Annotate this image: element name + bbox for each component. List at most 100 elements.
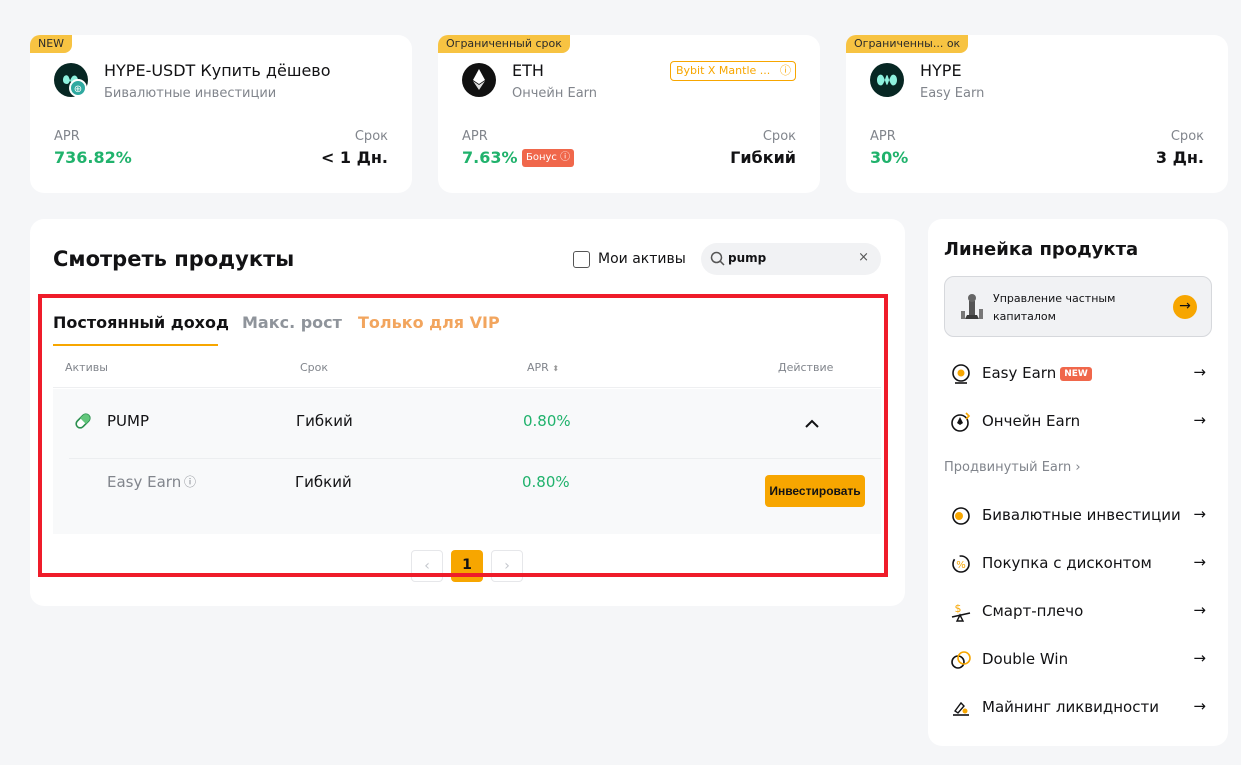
row-divider — [69, 458, 881, 459]
page-title: Смотреть продукты — [53, 247, 295, 271]
limited-badge: Ограниченны... ок — [846, 35, 969, 53]
product-name: Easy Earn — [107, 473, 182, 491]
new-badge: NEW — [1060, 367, 1092, 381]
promo-name: HYPE-USDT Купить дёшево — [104, 61, 331, 80]
search-value: pump — [728, 251, 767, 265]
column-term: Срок — [300, 361, 329, 374]
discount-icon: % — [950, 553, 972, 575]
page-number[interactable]: 1 — [451, 550, 483, 582]
easy-earn-label: Easy Earn — [982, 364, 1057, 382]
apr-label: APR — [462, 129, 488, 144]
promo-card-hype[interactable]: Ограниченны... ок HYPE Easy Earn APR 30%… — [846, 35, 1228, 193]
liquidity-mining-icon — [950, 697, 972, 719]
sidebar-item-label: Смарт-плечо — [982, 602, 1084, 620]
clear-icon[interactable]: × — [858, 250, 869, 265]
arrow-right-icon: → — [1193, 697, 1206, 715]
svg-text:⊕: ⊕ — [74, 84, 82, 95]
tab-vip-only[interactable]: Только для VIP — [358, 313, 500, 332]
dual-currency-icon — [950, 505, 972, 527]
promo-card-hype-usdt[interactable]: NEW ⊕ HYPE-USDT Купить дёшево Бивалютные… — [30, 35, 412, 193]
campaign-tag-label: Bybit X Mantle ... — [676, 64, 771, 77]
wealth-label: Управление частным капиталом — [993, 292, 1116, 323]
arrow-right-icon[interactable]: → — [1173, 295, 1197, 319]
help-icon[interactable]: ⓘ — [184, 473, 196, 490]
sidebar-item-label: Ончейн Earn — [982, 412, 1081, 430]
term-value: 3 Дн. — [1155, 148, 1204, 167]
sidebar-item-label: Easy Earn NEW — [982, 364, 1092, 382]
svg-text:%: % — [956, 560, 966, 571]
apr-value: 7.63% — [462, 148, 518, 167]
easy-earn-icon — [950, 363, 972, 385]
apr-value: 736.82% — [54, 148, 132, 167]
sidebar-item-dual-currency[interactable]: Бивалютные инвестиции → — [950, 502, 1212, 530]
sidebar-item-label: Покупка с дисконтом — [982, 554, 1152, 572]
onchain-earn-icon — [950, 411, 972, 433]
apr-label: APR — [870, 129, 896, 144]
active-tab-indicator — [53, 344, 218, 346]
eth-coin-icon — [462, 63, 496, 97]
term-label: Срок — [1170, 129, 1204, 144]
arrow-right-icon: → — [1193, 505, 1206, 523]
chevron-up-icon[interactable] — [805, 414, 819, 433]
my-assets-checkbox[interactable] — [573, 251, 590, 268]
term-value: < 1 Дн. — [320, 148, 388, 167]
bonus-badge[interactable]: Бонус ⓘ — [522, 149, 575, 167]
asset-apr: 0.80% — [523, 412, 571, 430]
asset-name: PUMP — [107, 412, 150, 430]
product-rows: PUMP Гибкий 0.80% Easy Earn ⓘ Гибкий 0.8… — [53, 389, 881, 534]
search-input[interactable]: pump × — [701, 243, 881, 275]
double-win-icon — [950, 649, 972, 671]
promo-sub: Easy Earn — [920, 86, 985, 101]
column-assets: Активы — [65, 361, 108, 374]
promo-name: HYPE — [920, 61, 962, 80]
arrow-right-icon: → — [1193, 601, 1206, 619]
arrow-right-icon: → — [1193, 553, 1206, 571]
term-label: Срок — [762, 129, 796, 144]
product-term: Гибкий — [295, 473, 352, 491]
tab-fixed-income[interactable]: Постоянный доход — [53, 313, 229, 332]
sort-icon: ⬍ — [552, 364, 560, 373]
chess-icon — [959, 291, 985, 327]
arrow-right-icon: → — [1193, 363, 1206, 381]
next-page-button[interactable]: › — [491, 550, 523, 582]
search-icon — [710, 251, 725, 270]
column-apr[interactable]: APR ⬍ — [527, 361, 559, 374]
column-apr-label: APR — [527, 361, 549, 374]
limited-badge: Ограниченный срок — [438, 35, 570, 53]
my-assets-label[interactable]: Мои активы — [598, 251, 686, 267]
hype-coin-icon: ⊕ — [54, 63, 88, 97]
svg-text:$: $ — [955, 602, 962, 615]
promo-name: ETH — [512, 61, 544, 80]
term-value: Гибкий — [730, 148, 796, 167]
column-action: Действие — [778, 361, 834, 374]
products-panel: Смотреть продукты Мои активы pump × Пост… — [30, 219, 905, 606]
help-icon: ⓘ — [560, 152, 571, 163]
promo-sub: Ончейн Earn — [512, 86, 598, 101]
sidebar-item-liquidity-mining[interactable]: Майнинг ликвидности → — [950, 694, 1212, 722]
arrow-right-icon: → — [1193, 411, 1206, 429]
invest-button[interactable]: Инвестировать — [765, 475, 865, 507]
side-title: Линейка продукта — [944, 239, 1139, 260]
sidebar-item-onchain-earn[interactable]: Ончейн Earn → — [950, 408, 1212, 436]
bonus-label: Бонус — [526, 152, 557, 163]
wealth-management-banner[interactable]: Управление частным капиталом → — [944, 276, 1212, 337]
advanced-earn-label: Продвинутый Earn — [944, 460, 1072, 475]
sidebar-item-discount-buy[interactable]: % Покупка с дисконтом → — [950, 550, 1212, 578]
pill-icon — [73, 411, 93, 435]
asset-term: Гибкий — [296, 412, 353, 430]
header-divider — [53, 387, 881, 388]
term-label: Срок — [354, 129, 388, 144]
apr-value: 30% — [870, 148, 909, 167]
promo-sub: Бивалютные инвестиции — [104, 86, 277, 101]
sidebar-item-double-win[interactable]: Double Win → — [950, 646, 1212, 674]
tab-max-growth[interactable]: Макс. рост — [242, 313, 342, 332]
chevron-right-icon: › — [1075, 460, 1081, 475]
help-icon: ⓘ — [780, 64, 791, 77]
sidebar-item-easy-earn[interactable]: Easy Earn NEW → — [950, 360, 1212, 388]
leverage-icon: $ — [950, 601, 972, 623]
prev-page-button[interactable]: ‹ — [411, 550, 443, 582]
sidebar-item-smart-leverage[interactable]: $ Смарт-плечо → — [950, 598, 1212, 626]
campaign-tag[interactable]: Bybit X Mantle ... ⓘ — [670, 61, 796, 81]
promo-card-eth[interactable]: Ограниченный срок ETH Ончейн Earn Bybit … — [438, 35, 820, 193]
advanced-earn-link[interactable]: Продвинутый Earn › — [944, 460, 1081, 475]
